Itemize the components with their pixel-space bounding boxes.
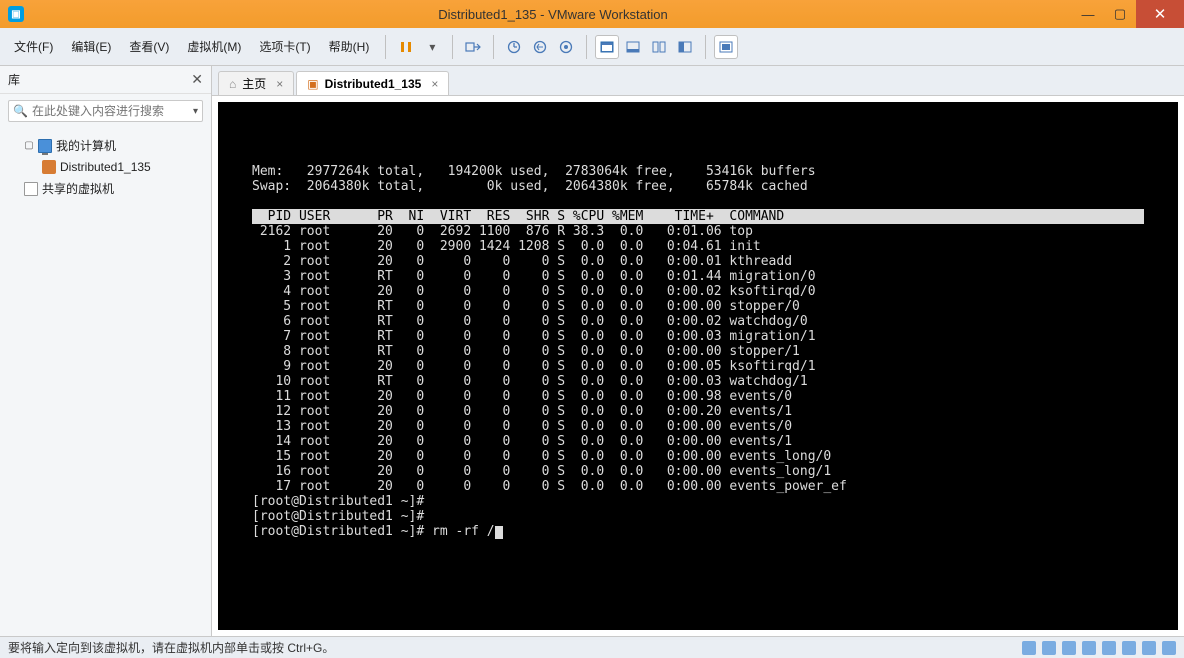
device-icon[interactable] [1122,641,1136,655]
menu-help[interactable]: 帮助(H) [321,34,378,59]
home-icon: ⌂ [229,77,236,91]
app-icon: ▣ [8,6,24,22]
tab-vm[interactable]: ▣ Distributed1_135 × [296,71,449,95]
snapshot-manage-icon[interactable] [554,35,578,59]
tree-label: 我的计算机 [56,137,116,154]
tree-label: 共享的虚拟机 [42,180,114,197]
computer-icon [38,139,52,153]
vm-icon: ▣ [307,77,318,91]
library-close-button[interactable]: ✕ [191,71,203,88]
tree-shared-vms[interactable]: 共享的虚拟机 [4,177,207,200]
tree-my-computer[interactable]: ▢ 我的计算机 [4,134,207,157]
view-unity-icon[interactable] [673,35,697,59]
main-area: ⌂ 主页 × ▣ Distributed1_135 × Mem: 2977264… [212,66,1184,636]
separator [586,35,587,59]
device-icon[interactable] [1102,641,1116,655]
view-multiple-icon[interactable] [647,35,671,59]
device-icon[interactable] [1042,641,1056,655]
separator [705,35,706,59]
menu-bar: 文件(F) 编辑(E) 查看(V) 虚拟机(M) 选项卡(T) 帮助(H) ▾ [0,28,1184,66]
window-minimize-button[interactable]: — [1072,0,1104,28]
menu-vm[interactable]: 虚拟机(M) [179,34,249,59]
tab-close-icon[interactable]: × [431,77,438,91]
vm-icon [42,160,56,174]
tab-close-icon[interactable]: × [276,77,283,91]
tab-label: 主页 [242,75,266,92]
window-title: Distributed1_135 - VMware Workstation [34,7,1072,22]
tab-bar: ⌂ 主页 × ▣ Distributed1_135 × [212,66,1184,96]
dropdown-icon[interactable]: ▾ [420,35,444,59]
snapshot-revert-icon[interactable] [528,35,552,59]
status-bar: 要将输入定向到该虚拟机，请在虚拟机内部单击或按 Ctrl+G。 [0,636,1184,658]
device-icon[interactable] [1142,641,1156,655]
view-thumbnail-icon[interactable] [621,35,645,59]
separator [493,35,494,59]
library-search[interactable]: 🔍 ▾ [8,100,203,122]
shared-icon [24,182,38,196]
library-title: 库 [8,71,20,88]
window-close-button[interactable]: ✕ [1136,0,1184,28]
status-text: 要将输入定向到该虚拟机，请在虚拟机内部单击或按 Ctrl+G。 [8,639,334,656]
device-icon[interactable] [1062,641,1076,655]
library-tree: ▢ 我的计算机 Distributed1_135 共享的虚拟机 [0,128,211,206]
view-console-icon[interactable] [595,35,619,59]
snapshot-take-icon[interactable] [502,35,526,59]
tree-label: Distributed1_135 [60,160,151,174]
tree-toggle-icon[interactable]: ▢ [24,140,34,151]
menu-edit[interactable]: 编辑(E) [63,34,119,59]
search-input[interactable] [32,104,193,118]
menu-view[interactable]: 查看(V) [121,34,177,59]
window-controls: — ▢ ✕ [1072,0,1184,28]
device-icon[interactable] [1082,641,1096,655]
vm-console[interactable]: Mem: 2977264k total, 194200k used, 27830… [218,102,1178,630]
separator [452,35,453,59]
tab-label: Distributed1_135 [325,77,422,91]
menu-tabs[interactable]: 选项卡(T) [251,34,318,59]
vm-console-frame: Mem: 2977264k total, 194200k used, 27830… [212,96,1184,636]
tree-vm-node[interactable]: Distributed1_135 [4,157,207,177]
window-maximize-button[interactable]: ▢ [1104,0,1136,28]
tab-home[interactable]: ⌂ 主页 × [218,71,294,95]
library-sidebar: 库 ✕ 🔍 ▾ ▢ 我的计算机 Distributed1_135 共享的虚拟机 [0,66,212,636]
status-device-icons [1022,641,1176,655]
fullscreen-icon[interactable] [714,35,738,59]
search-dropdown-icon[interactable]: ▾ [193,106,198,117]
menu-file[interactable]: 文件(F) [6,34,61,59]
window-titlebar: ▣ Distributed1_135 - VMware Workstation … [0,0,1184,28]
device-icon[interactable] [1162,641,1176,655]
device-icon[interactable] [1022,641,1036,655]
library-header: 库 ✕ [0,66,211,94]
pause-icon[interactable] [394,35,418,59]
separator [385,35,386,59]
search-icon: 🔍 [13,104,28,118]
send-icon[interactable] [461,35,485,59]
